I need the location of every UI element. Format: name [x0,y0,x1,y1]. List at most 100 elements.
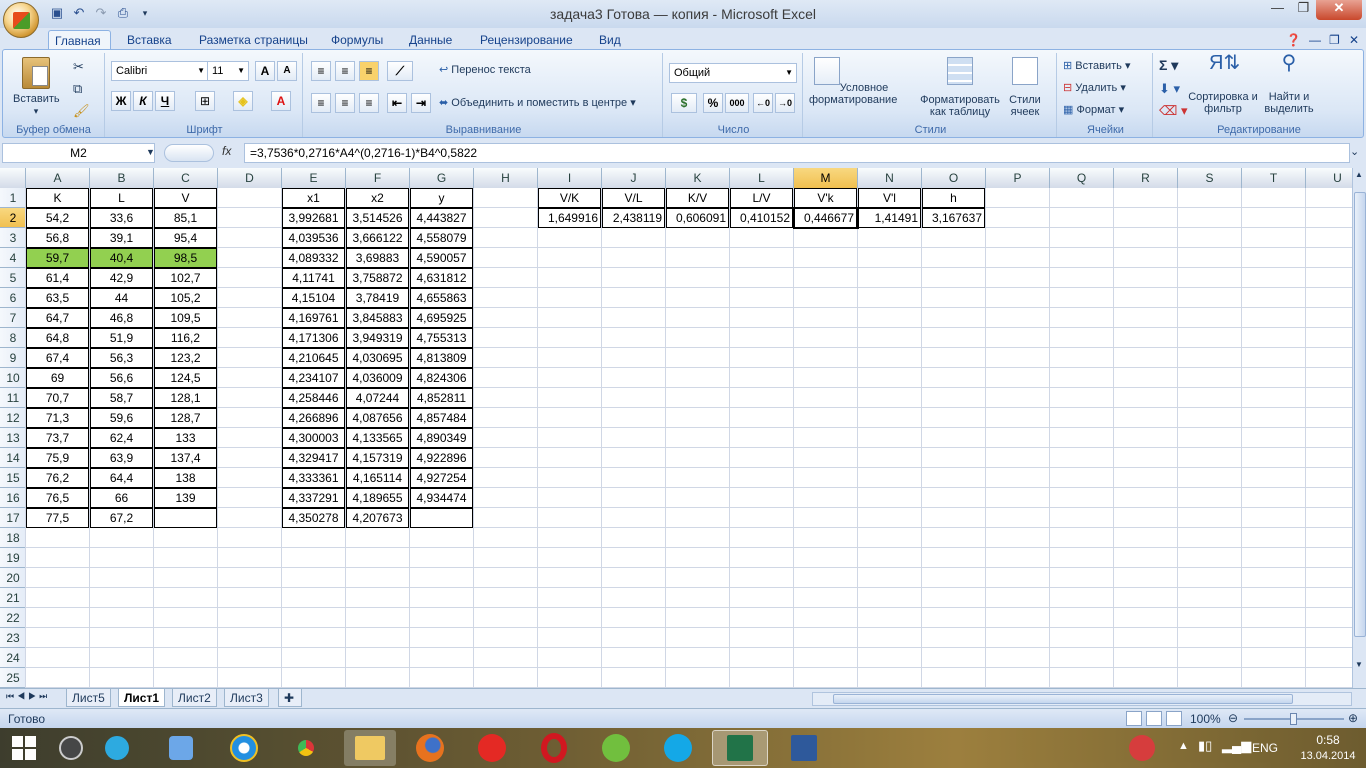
app-icon-chrome[interactable] [280,730,332,766]
cell-F13[interactable]: 4,133565 [346,428,409,448]
font-color-icon[interactable]: A [271,91,291,111]
sheet-tab-3[interactable]: Лист3 [224,689,269,707]
app-icon-word[interactable] [776,730,832,766]
bold-button[interactable]: Ж [111,91,131,111]
vertical-scrollbar[interactable]: ▲ ▼ [1352,168,1366,688]
expand-formula-icon[interactable]: ⌄ [1350,145,1359,158]
cell-E13[interactable]: 4,300003 [282,428,345,448]
cell-C3[interactable]: 95,4 [154,228,217,248]
cell-A7[interactable]: 64,7 [26,308,89,328]
cell-B2[interactable]: 33,6 [90,208,153,228]
cell-E7[interactable]: 4,169761 [282,308,345,328]
network-icon[interactable]: ▮▯ [1198,738,1212,754]
cell-B11[interactable]: 58,7 [90,388,153,408]
horizontal-scroll-thumb[interactable] [833,694,1293,704]
row-header-13[interactable]: 13 [0,428,26,448]
cell-F11[interactable]: 4,07244 [346,388,409,408]
zoom-in-icon[interactable]: ⊕ [1348,711,1358,725]
italic-button[interactable]: К [133,91,153,111]
cell-C17[interactable] [154,508,217,528]
column-header-M[interactable]: M [794,168,858,188]
row-header-3[interactable]: 3 [0,228,26,248]
cell-F12[interactable]: 4,087656 [346,408,409,428]
cell-A15[interactable]: 76,2 [26,468,89,488]
cell-C13[interactable]: 133 [154,428,217,448]
row-header-5[interactable]: 5 [0,268,26,288]
cell-G15[interactable]: 4,927254 [410,468,473,488]
cell-E14[interactable]: 4,329417 [282,448,345,468]
underline-button[interactable]: Ч [155,91,175,111]
cell-G11[interactable]: 4,852811 [410,388,473,408]
app-icon-firefox[interactable] [404,730,456,766]
row-header-17[interactable]: 17 [0,508,26,528]
column-header-R[interactable]: R [1114,168,1178,188]
cell-B6[interactable]: 44 [90,288,153,308]
cell-A17[interactable]: 77,5 [26,508,89,528]
column-header-L[interactable]: L [730,168,794,188]
cell-G2[interactable]: 4,443827 [410,208,473,228]
row-header-11[interactable]: 11 [0,388,26,408]
cell-G7[interactable]: 4,695925 [410,308,473,328]
cell-B5[interactable]: 42,9 [90,268,153,288]
cell-G12[interactable]: 4,857484 [410,408,473,428]
tray-arrow-icon[interactable]: ▲ [1178,740,1189,752]
cell-E3[interactable]: 4,039536 [282,228,345,248]
autosum-icon[interactable]: Σ ▾ [1159,57,1178,74]
column-header-T[interactable]: T [1242,168,1306,188]
cell-A14[interactable]: 75,9 [26,448,89,468]
tray-app-icon[interactable] [1120,730,1164,766]
borders-icon[interactable]: ⊞ [195,91,215,111]
vertical-scroll-thumb[interactable] [1354,192,1366,637]
row-header-15[interactable]: 15 [0,468,26,488]
cell-A2[interactable]: 54,2 [26,208,89,228]
cell-E16[interactable]: 4,337291 [282,488,345,508]
cell-C8[interactable]: 116,2 [154,328,217,348]
cell-A11[interactable]: 70,7 [26,388,89,408]
normal-view-icon[interactable] [1126,711,1142,726]
row-header-6[interactable]: 6 [0,288,26,308]
cell-C1[interactable]: V [154,188,217,208]
paste-button[interactable]: Вставить ▾ [13,57,60,117]
number-format-combo[interactable]: Общий ▼ [669,63,797,83]
cell-B7[interactable]: 46,8 [90,308,153,328]
cell-B3[interactable]: 39,1 [90,228,153,248]
format-cells-button[interactable]: ▦ Формат ▾ [1063,103,1124,116]
format-painter-icon[interactable]: 🖌 [73,103,90,119]
grow-font-icon[interactable]: A [255,61,275,81]
column-header-E[interactable]: E [282,168,346,188]
format-as-table-button[interactable]: Форматировать как таблицу [915,57,1005,118]
page-break-view-icon[interactable] [1166,711,1182,726]
row-header-1[interactable]: 1 [0,188,26,208]
cell-B10[interactable]: 56,6 [90,368,153,388]
cell-F3[interactable]: 3,666122 [346,228,409,248]
cell-B15[interactable]: 64,4 [90,468,153,488]
cell-E17[interactable]: 4,350278 [282,508,345,528]
scroll-up-icon[interactable]: ▲ [1355,170,1363,179]
cell-B17[interactable]: 67,2 [90,508,153,528]
increase-indent-icon[interactable]: ⇥ [411,93,431,113]
cell-C5[interactable]: 102,7 [154,268,217,288]
row-header-20[interactable]: 20 [0,568,26,588]
cell-C11[interactable]: 128,1 [154,388,217,408]
cell-E12[interactable]: 4,266896 [282,408,345,428]
decrease-decimal-icon[interactable]: →0 [775,93,795,113]
row-header-25[interactable]: 25 [0,668,26,688]
app-icon-volume[interactable] [158,730,204,766]
row-header-19[interactable]: 19 [0,548,26,568]
cell-A3[interactable]: 56,8 [26,228,89,248]
wrap-text-button[interactable]: ↩ Перенос текста [439,63,531,76]
app-icon-ie[interactable] [218,730,270,766]
workbook-close-icon[interactable]: ✕ [1343,30,1365,50]
clock-time[interactable]: 0:58 [1298,733,1358,747]
cell-G13[interactable]: 4,890349 [410,428,473,448]
clear-icon[interactable]: ⌫ ▾ [1159,103,1188,119]
cell-E11[interactable]: 4,258446 [282,388,345,408]
cell-E6[interactable]: 4,15104 [282,288,345,308]
cell-A1[interactable]: K [26,188,89,208]
start-button[interactable] [0,730,48,766]
row-header-22[interactable]: 22 [0,608,26,628]
cell-G8[interactable]: 4,755313 [410,328,473,348]
cell-B9[interactable]: 56,3 [90,348,153,368]
cell-N1[interactable]: V'l [858,188,921,208]
cell-C6[interactable]: 105,2 [154,288,217,308]
